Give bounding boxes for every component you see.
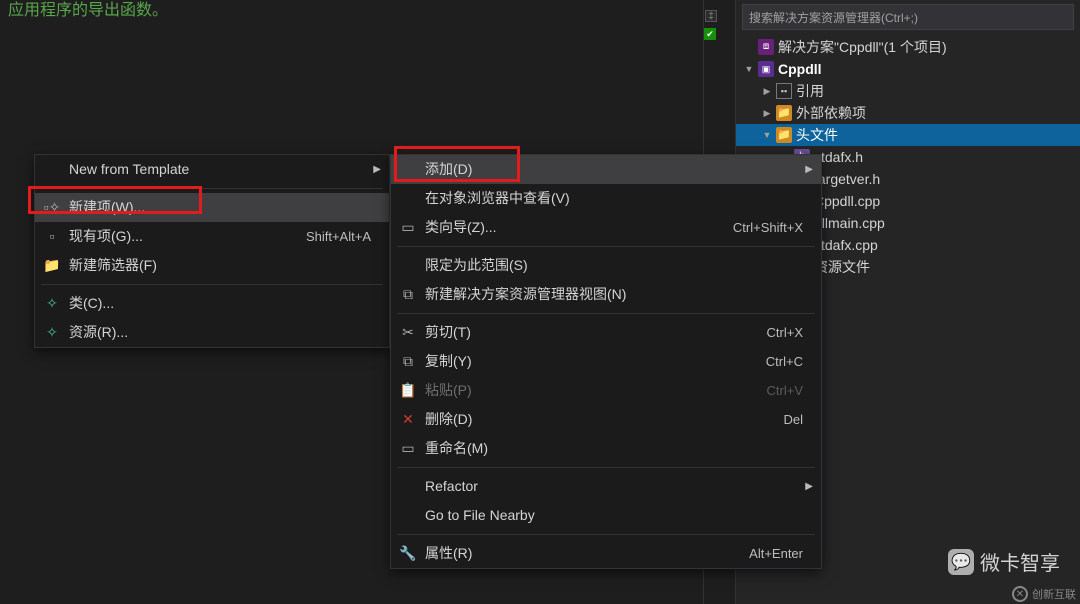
menu-item-paste: 📋 粘贴(P) Ctrl+V [391, 376, 821, 405]
file-label: stdafx.cpp [814, 234, 878, 256]
watermark-main: 💬 微卡智享 [948, 547, 1060, 576]
chevron-right-icon: ▶ [805, 155, 813, 184]
menu-separator [397, 313, 815, 314]
node-label: 资源文件 [814, 256, 870, 278]
menu-item-class-wizard[interactable]: ▭ 类向导(Z)... Ctrl+Shift+X [391, 213, 821, 242]
resource-icon: ✧ [35, 318, 69, 347]
project-icon: ▣ [758, 61, 774, 77]
menu-item-scope[interactable]: 限定为此范围(S) [391, 251, 821, 280]
menu-item-properties[interactable]: 🔧 属性(R) Alt+Enter [391, 539, 821, 568]
menu-item-new-from-template[interactable]: New from Template ▶ [35, 155, 389, 184]
menu-separator [397, 467, 815, 468]
paste-icon: 📋 [391, 376, 425, 405]
references-icon: ▪▪ [776, 83, 792, 99]
rename-icon: ▭ [391, 434, 425, 463]
externals-icon: 📁 [776, 105, 792, 121]
chevron-right-icon: ▶ [805, 472, 813, 501]
wrench-icon: 🔧 [391, 539, 425, 568]
header-folder-node[interactable]: 📁 头文件 [736, 124, 1080, 146]
menu-separator [41, 188, 383, 189]
context-menu-main[interactable]: 添加(D) ▶ 在对象浏览器中查看(V) ▭ 类向导(Z)... Ctrl+Sh… [390, 154, 822, 569]
code-editor[interactable]: 应用程序的导出函数。 [0, 0, 702, 20]
caret-icon[interactable] [762, 80, 772, 102]
file-label: dllmain.cpp [814, 212, 885, 234]
solution-node[interactable]: ⧈ 解决方案"Cppdll"(1 个项目) [736, 36, 1080, 58]
existing-item-icon: ▫ [35, 222, 69, 251]
menu-item-new-filter[interactable]: 📁 新建筛选器(F) [35, 251, 389, 280]
menu-separator [397, 534, 815, 535]
search-input[interactable]: 搜索解决方案资源管理器(Ctrl+;) [742, 4, 1074, 30]
submenu-add[interactable]: New from Template ▶ ▫✧ 新建项(W)... ▫ 现有项(G… [34, 154, 390, 348]
menu-item-rename[interactable]: ▭ 重命名(M) [391, 434, 821, 463]
menu-item-goto-file[interactable]: Go to File Nearby [391, 501, 821, 530]
folder-icon: 📁 [776, 127, 792, 143]
menu-item-add[interactable]: 添加(D) ▶ [391, 155, 821, 184]
menu-item-existing-item[interactable]: ▫ 现有项(G)... Shift+Alt+A [35, 222, 389, 251]
caret-icon[interactable] [762, 102, 772, 124]
watermark-corner-text: 创新互联 [1032, 586, 1076, 602]
solution-label: 解决方案"Cppdll"(1 个项目) [778, 36, 947, 58]
menu-item-cut[interactable]: ✂ 剪切(T) Ctrl+X [391, 318, 821, 347]
menu-item-class[interactable]: ✧ 类(C)... [35, 289, 389, 318]
references-node[interactable]: ▪▪ 引用 [736, 80, 1080, 102]
collapse-icon[interactable]: ‡ [705, 10, 717, 22]
filter-icon: 📁 [35, 251, 69, 280]
chevron-right-icon: ▶ [373, 155, 381, 184]
checkmark-icon[interactable]: ✔ [704, 28, 716, 40]
menu-item-new-view[interactable]: ⧉ 新建解决方案资源管理器视图(N) [391, 280, 821, 309]
file-label: targetver.h [814, 168, 880, 190]
menu-item-new-item[interactable]: ▫✧ 新建项(W)... [35, 193, 389, 222]
menu-item-delete[interactable]: ✕ 删除(D) Del [391, 405, 821, 434]
new-item-icon: ▫✧ [35, 193, 69, 222]
menu-separator [41, 284, 383, 285]
search-placeholder: 搜索解决方案资源管理器(Ctrl+;) [749, 9, 918, 26]
menu-item-resource[interactable]: ✧ 资源(R)... [35, 318, 389, 347]
node-label: 引用 [796, 80, 824, 102]
menu-item-view-in-browser[interactable]: 在对象浏览器中查看(V) [391, 184, 821, 213]
menu-item-copy[interactable]: ⧉ 复制(Y) Ctrl+C [391, 347, 821, 376]
watermark-text: 微卡智享 [980, 547, 1060, 576]
wizard-icon: ▭ [391, 213, 425, 242]
menu-item-refactor[interactable]: Refactor ▶ [391, 472, 821, 501]
new-view-icon: ⧉ [391, 280, 425, 309]
external-deps-node[interactable]: 📁 外部依赖项 [736, 102, 1080, 124]
file-label: Cppdll.cpp [814, 190, 880, 212]
solution-icon: ⧈ [758, 39, 774, 55]
caret-icon[interactable] [744, 58, 754, 80]
watermark-corner: ✕ 创新互联 [1008, 584, 1080, 604]
project-label: Cppdll [778, 58, 822, 80]
wechat-icon: 💬 [948, 549, 974, 575]
code-comment: 应用程序的导出函数。 [8, 0, 168, 19]
menu-separator [397, 246, 815, 247]
node-label: 头文件 [796, 124, 838, 146]
delete-icon: ✕ [391, 405, 425, 434]
caret-icon[interactable] [762, 124, 772, 146]
node-label: 外部依赖项 [796, 102, 866, 124]
copy-icon: ⧉ [391, 347, 425, 376]
brand-icon: ✕ [1012, 586, 1028, 602]
cut-icon: ✂ [391, 318, 425, 347]
project-node[interactable]: ▣ Cppdll [736, 58, 1080, 80]
class-icon: ✧ [35, 289, 69, 318]
